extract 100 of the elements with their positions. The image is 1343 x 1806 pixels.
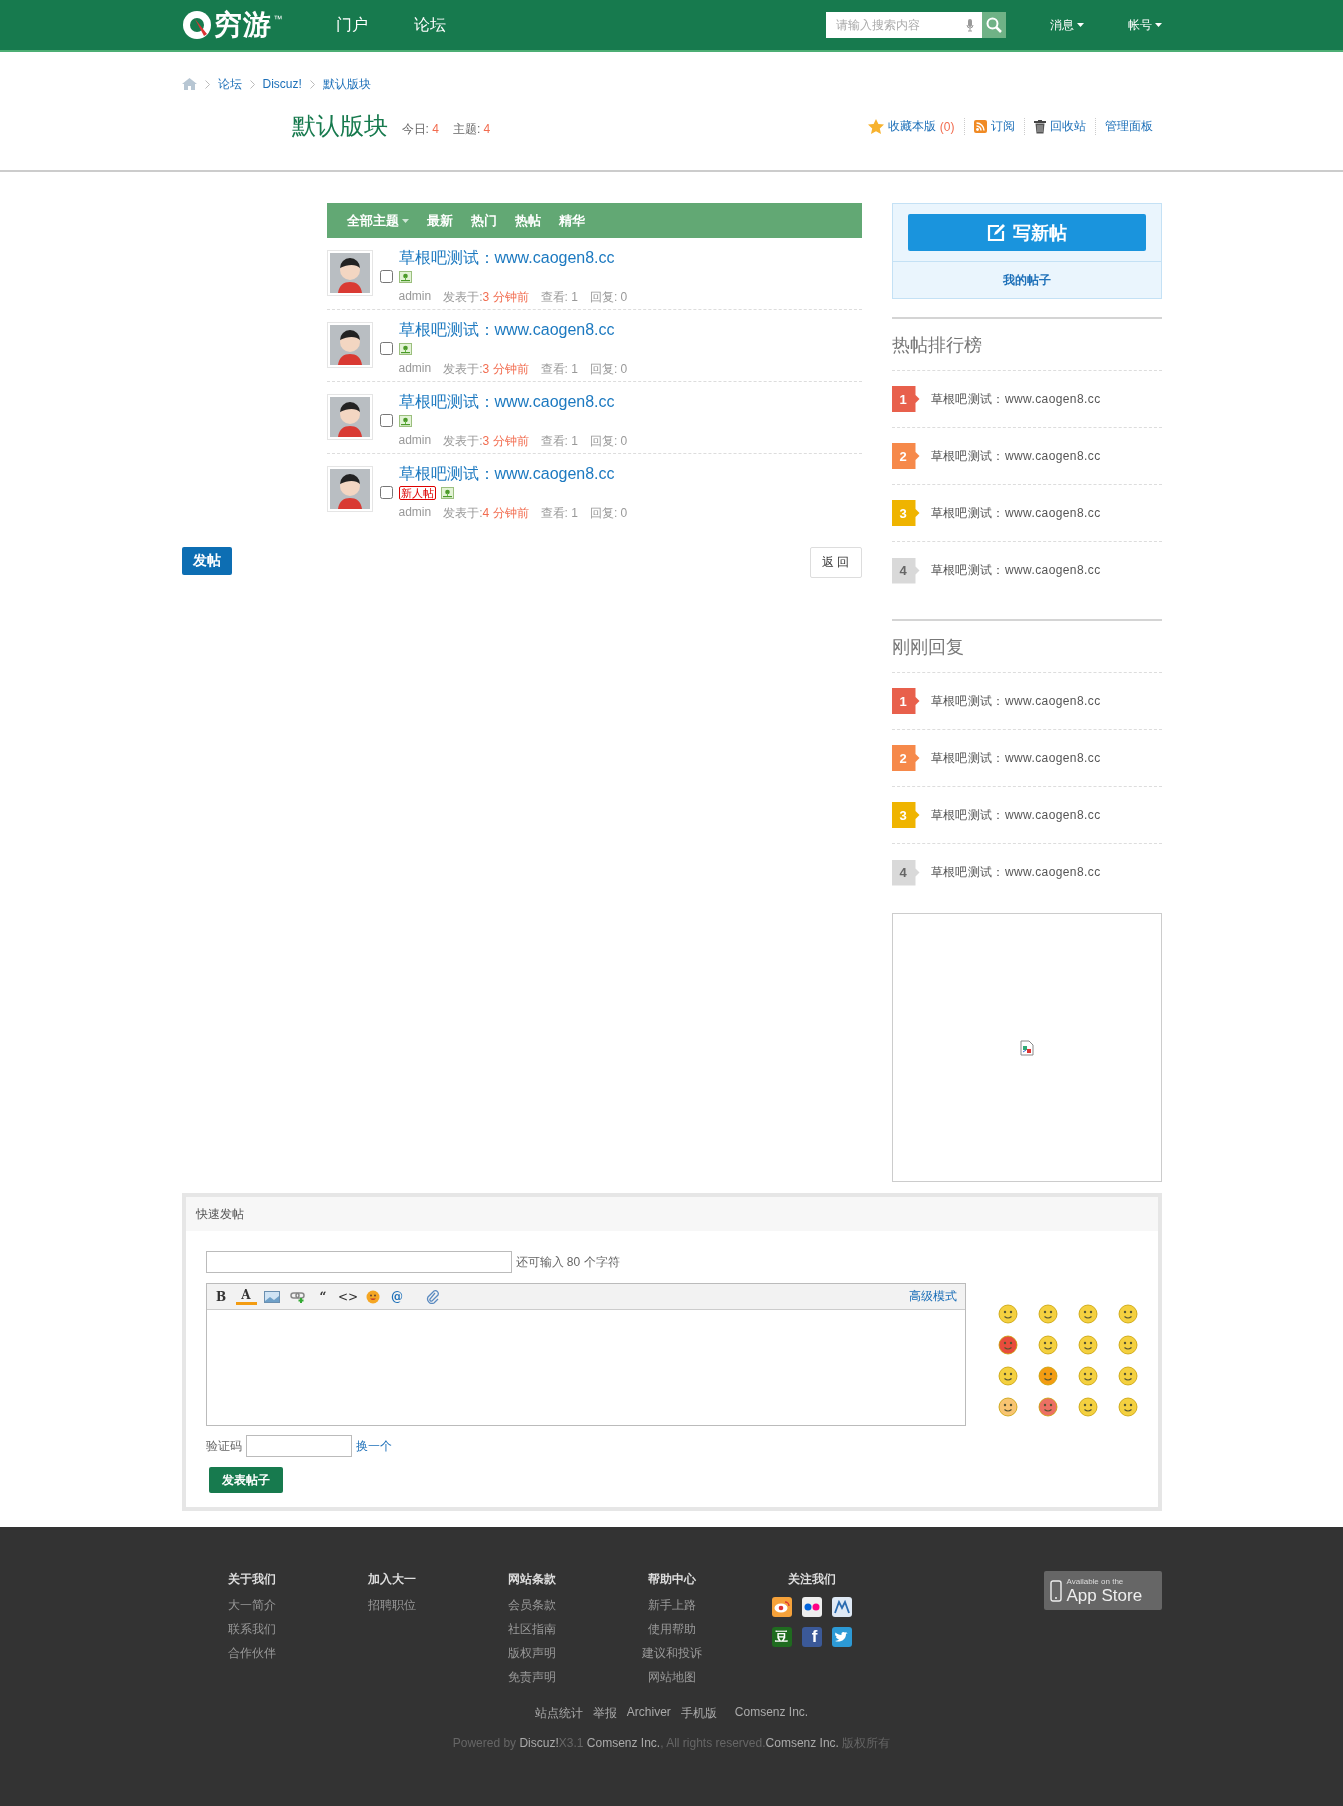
back-button[interactable]: 返 回 bbox=[809, 547, 862, 578]
smiley-icon[interactable] bbox=[997, 1366, 1018, 1386]
refresh-captcha-link[interactable]: 换一个 bbox=[355, 1437, 392, 1455]
image-icon[interactable] bbox=[263, 1290, 280, 1303]
link-icon[interactable] bbox=[289, 1290, 306, 1303]
editor-field[interactable]: B A “ <> @ 高级模式 bbox=[205, 1283, 966, 1426]
footer-link[interactable]: Comsenz Inc. bbox=[734, 1705, 809, 1722]
filter-tab[interactable]: 全部主题 bbox=[346, 211, 409, 230]
edit-icon bbox=[986, 223, 1005, 242]
star-icon bbox=[867, 119, 884, 134]
filter-tab[interactable]: 精华 bbox=[558, 211, 585, 230]
filter-tab[interactable]: 热门 bbox=[470, 211, 497, 230]
footer-link[interactable]: 合作伙伴 bbox=[227, 1641, 276, 1665]
thread-author[interactable]: admin bbox=[398, 289, 432, 306]
smiley-icon[interactable] bbox=[1077, 1304, 1098, 1324]
smiley-icon[interactable] bbox=[1037, 1304, 1058, 1324]
smiley-icon[interactable] bbox=[997, 1335, 1018, 1355]
ranking-item[interactable]: 1 草根吧测试：www.caogen8.cc bbox=[891, 673, 1162, 730]
footer-link[interactable]: 招聘职位 bbox=[367, 1593, 416, 1617]
advanced-mode-link[interactable]: 高级模式 bbox=[908, 1288, 957, 1305]
footer-link[interactable]: 联系我们 bbox=[227, 1617, 276, 1641]
filter-tab[interactable]: 最新 bbox=[426, 211, 453, 230]
my-posts-link[interactable]: 我的帖子 bbox=[892, 261, 1161, 298]
smiley-icon[interactable] bbox=[997, 1397, 1018, 1417]
thread-checkbox[interactable] bbox=[379, 414, 393, 427]
letter-logo-icon[interactable]: f bbox=[801, 1627, 822, 1647]
smiley-icon[interactable] bbox=[1077, 1397, 1098, 1417]
footer-link[interactable]: 使用帮助 bbox=[647, 1617, 696, 1641]
thread-title[interactable]: 草根吧测试：www.caogen8.cc bbox=[398, 320, 628, 340]
breadcrumb-link[interactable]: 论坛 bbox=[217, 75, 242, 93]
bold-button[interactable]: B bbox=[210, 1286, 232, 1307]
smiley-icon[interactable] bbox=[1077, 1366, 1098, 1386]
thread-author[interactable]: admin bbox=[398, 505, 432, 522]
search-field[interactable]: 请输入搜索内容 bbox=[825, 12, 982, 38]
user-menu[interactable]: 消息 bbox=[1049, 16, 1084, 34]
smiley-icon[interactable] bbox=[1077, 1335, 1098, 1355]
ranking-item[interactable]: 4 草根吧测试：www.caogen8.cc bbox=[891, 542, 1162, 599]
footer-link[interactable]: 举报 bbox=[592, 1705, 617, 1722]
nav-link[interactable]: 门户 bbox=[335, 14, 368, 36]
code-button[interactable]: <> bbox=[337, 1286, 359, 1307]
forum-action-link[interactable]: 收藏本版 (0) bbox=[858, 118, 964, 135]
app-store-badge[interactable]: Available on the App Store bbox=[1043, 1571, 1162, 1610]
thread-title[interactable]: 草根吧测试：www.caogen8.cc bbox=[398, 464, 628, 484]
text-color-button[interactable]: A bbox=[235, 1288, 257, 1305]
thread-title[interactable]: 草根吧测试：www.caogen8.cc bbox=[398, 248, 628, 268]
smiley-icon[interactable] bbox=[1117, 1366, 1138, 1386]
footer-link[interactable]: 建议和投诉 bbox=[641, 1641, 702, 1665]
post-button[interactable]: 发帖 bbox=[181, 547, 232, 575]
smiley-icon[interactable] bbox=[1037, 1397, 1058, 1417]
smiley-icon[interactable] bbox=[1037, 1366, 1058, 1386]
footer-link[interactable]: 大一简介 bbox=[227, 1593, 276, 1617]
smiley-icon[interactable] bbox=[365, 1289, 380, 1304]
letter-logo-icon[interactable]: 豆 bbox=[771, 1627, 792, 1647]
footer-link[interactable]: 网站地图 bbox=[647, 1665, 696, 1689]
footer-link[interactable]: 手机版 bbox=[680, 1705, 717, 1722]
nav-link[interactable]: 论坛 bbox=[413, 14, 446, 36]
subject-field[interactable] bbox=[205, 1251, 512, 1273]
breadcrumb-link[interactable]: Discuz! bbox=[262, 77, 302, 91]
ranking-item[interactable]: 4 草根吧测试：www.caogen8.cc bbox=[891, 844, 1162, 901]
smiley-icon[interactable] bbox=[1117, 1335, 1138, 1355]
forum-action-link[interactable]: 回收站 bbox=[1023, 118, 1095, 135]
forum-action-link[interactable]: 管理面板 bbox=[1094, 118, 1162, 135]
smiley-icon[interactable] bbox=[1037, 1335, 1058, 1355]
thread-checkbox[interactable] bbox=[379, 486, 393, 499]
new-post-button[interactable]: 写新帖 bbox=[907, 214, 1146, 251]
ranking-item[interactable]: 2 草根吧测试：www.caogen8.cc bbox=[891, 730, 1162, 787]
footer-link[interactable]: 社区指南 bbox=[507, 1617, 556, 1641]
ranking-item[interactable]: 1 草根吧测试：www.caogen8.cc bbox=[891, 371, 1162, 428]
microphone-icon[interactable] bbox=[965, 19, 974, 32]
ranking-item[interactable]: 3 草根吧测试：www.caogen8.cc bbox=[891, 787, 1162, 844]
thread-author[interactable]: admin bbox=[398, 433, 432, 450]
mention-button[interactable]: @ bbox=[386, 1286, 408, 1307]
user-menu[interactable]: 帐号 bbox=[1127, 16, 1162, 34]
logo-text: 穷游 bbox=[213, 8, 272, 42]
filter-tab[interactable]: 热帖 bbox=[514, 211, 541, 230]
smiley-icon[interactable] bbox=[997, 1304, 1018, 1324]
smiley-icon[interactable] bbox=[1117, 1304, 1138, 1324]
breadcrumb-link[interactable]: 默认版块 bbox=[322, 75, 371, 93]
footer-link[interactable]: 站点统计 bbox=[534, 1705, 583, 1722]
eye-logo-icon[interactable] bbox=[771, 1597, 792, 1617]
captcha-field[interactable] bbox=[245, 1435, 352, 1457]
submit-button[interactable]: 发表帖子 bbox=[208, 1467, 283, 1493]
footer-link[interactable]: 会员条款 bbox=[507, 1593, 556, 1617]
thread-checkbox[interactable] bbox=[379, 342, 393, 355]
ranking-item[interactable]: 3 草根吧测试：www.caogen8.cc bbox=[891, 485, 1162, 542]
bird-logo-icon[interactable] bbox=[831, 1627, 852, 1647]
footer-link[interactable]: 免责声明 bbox=[507, 1665, 556, 1689]
dots-logo-icon[interactable] bbox=[801, 1597, 822, 1617]
footer-link[interactable]: 新手上路 bbox=[647, 1593, 696, 1617]
ranking-item[interactable]: 2 草根吧测试：www.caogen8.cc bbox=[891, 428, 1162, 485]
paperclip-icon[interactable] bbox=[425, 1289, 440, 1304]
forum-action-link[interactable]: 订阅 bbox=[963, 118, 1024, 135]
thread-checkbox[interactable] bbox=[379, 270, 393, 283]
smiley-icon[interactable] bbox=[1117, 1397, 1138, 1417]
footer-link[interactable]: 版权声明 bbox=[507, 1641, 556, 1665]
thread-title[interactable]: 草根吧测试：www.caogen8.cc bbox=[398, 392, 628, 412]
avatar bbox=[329, 397, 370, 437]
thread-author[interactable]: admin bbox=[398, 361, 432, 378]
footer-link[interactable]: Archiver bbox=[626, 1705, 671, 1722]
quote-button[interactable]: “ bbox=[312, 1286, 334, 1307]
